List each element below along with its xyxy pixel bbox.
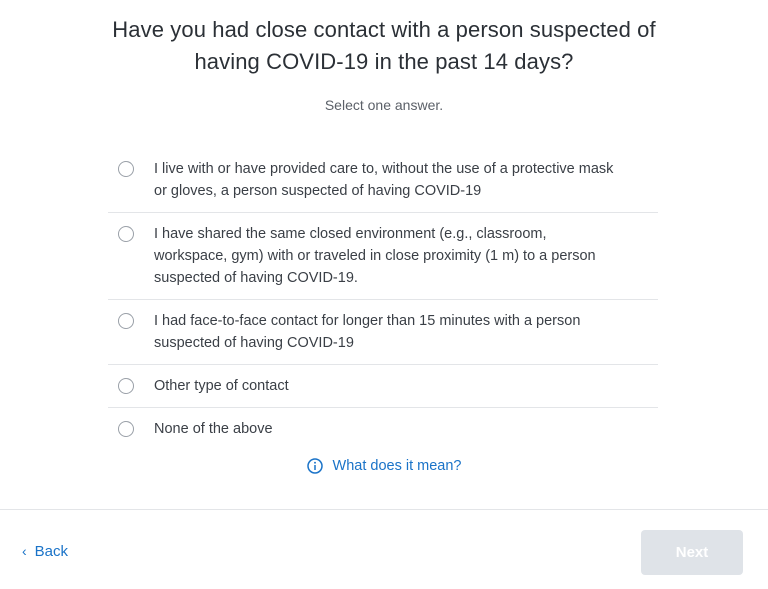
option-none[interactable]: None of the above xyxy=(108,408,658,450)
answer-hint: Select one answer. xyxy=(324,97,444,113)
option-shared-environment[interactable]: I have shared the same closed environmen… xyxy=(108,213,658,300)
next-button[interactable]: Next xyxy=(641,530,743,575)
option-other-contact[interactable]: Other type of contact xyxy=(108,365,658,408)
option-care-without-protection[interactable]: I live with or have provided care to, wi… xyxy=(108,148,658,213)
radio-button[interactable] xyxy=(118,378,134,394)
option-face-to-face[interactable]: I had face-to-face contact for longer th… xyxy=(108,300,658,365)
radio-button[interactable] xyxy=(118,161,134,177)
help-link-label[interactable]: What does it mean? xyxy=(333,458,462,474)
answer-options: I live with or have provided care to, wi… xyxy=(108,148,658,450)
back-label: Back xyxy=(34,543,69,560)
option-label: None of the above xyxy=(154,421,273,437)
question-line-1: Have you had close contact with a person… xyxy=(112,17,656,42)
back-button[interactable]: ‹ Back xyxy=(22,542,69,561)
footer-divider xyxy=(0,509,768,510)
radio-button[interactable] xyxy=(118,313,134,329)
question-line-2: having COVID-19 in the past 14 days? xyxy=(194,49,574,74)
option-label: I had face-to-face contact for longer th… xyxy=(154,313,581,351)
option-label: I live with or have provided care to, wi… xyxy=(154,161,614,199)
what-does-it-mean-link[interactable]: What does it mean? xyxy=(0,458,768,474)
info-icon xyxy=(306,458,323,474)
question-title: Have you had close contact with a person… xyxy=(0,14,768,78)
radio-button[interactable] xyxy=(118,421,134,437)
option-label: Other type of contact xyxy=(154,378,289,394)
chevron-left-icon: ‹ xyxy=(22,542,27,559)
option-label: I have shared the same closed environmen… xyxy=(154,226,596,286)
radio-button[interactable] xyxy=(118,226,134,242)
